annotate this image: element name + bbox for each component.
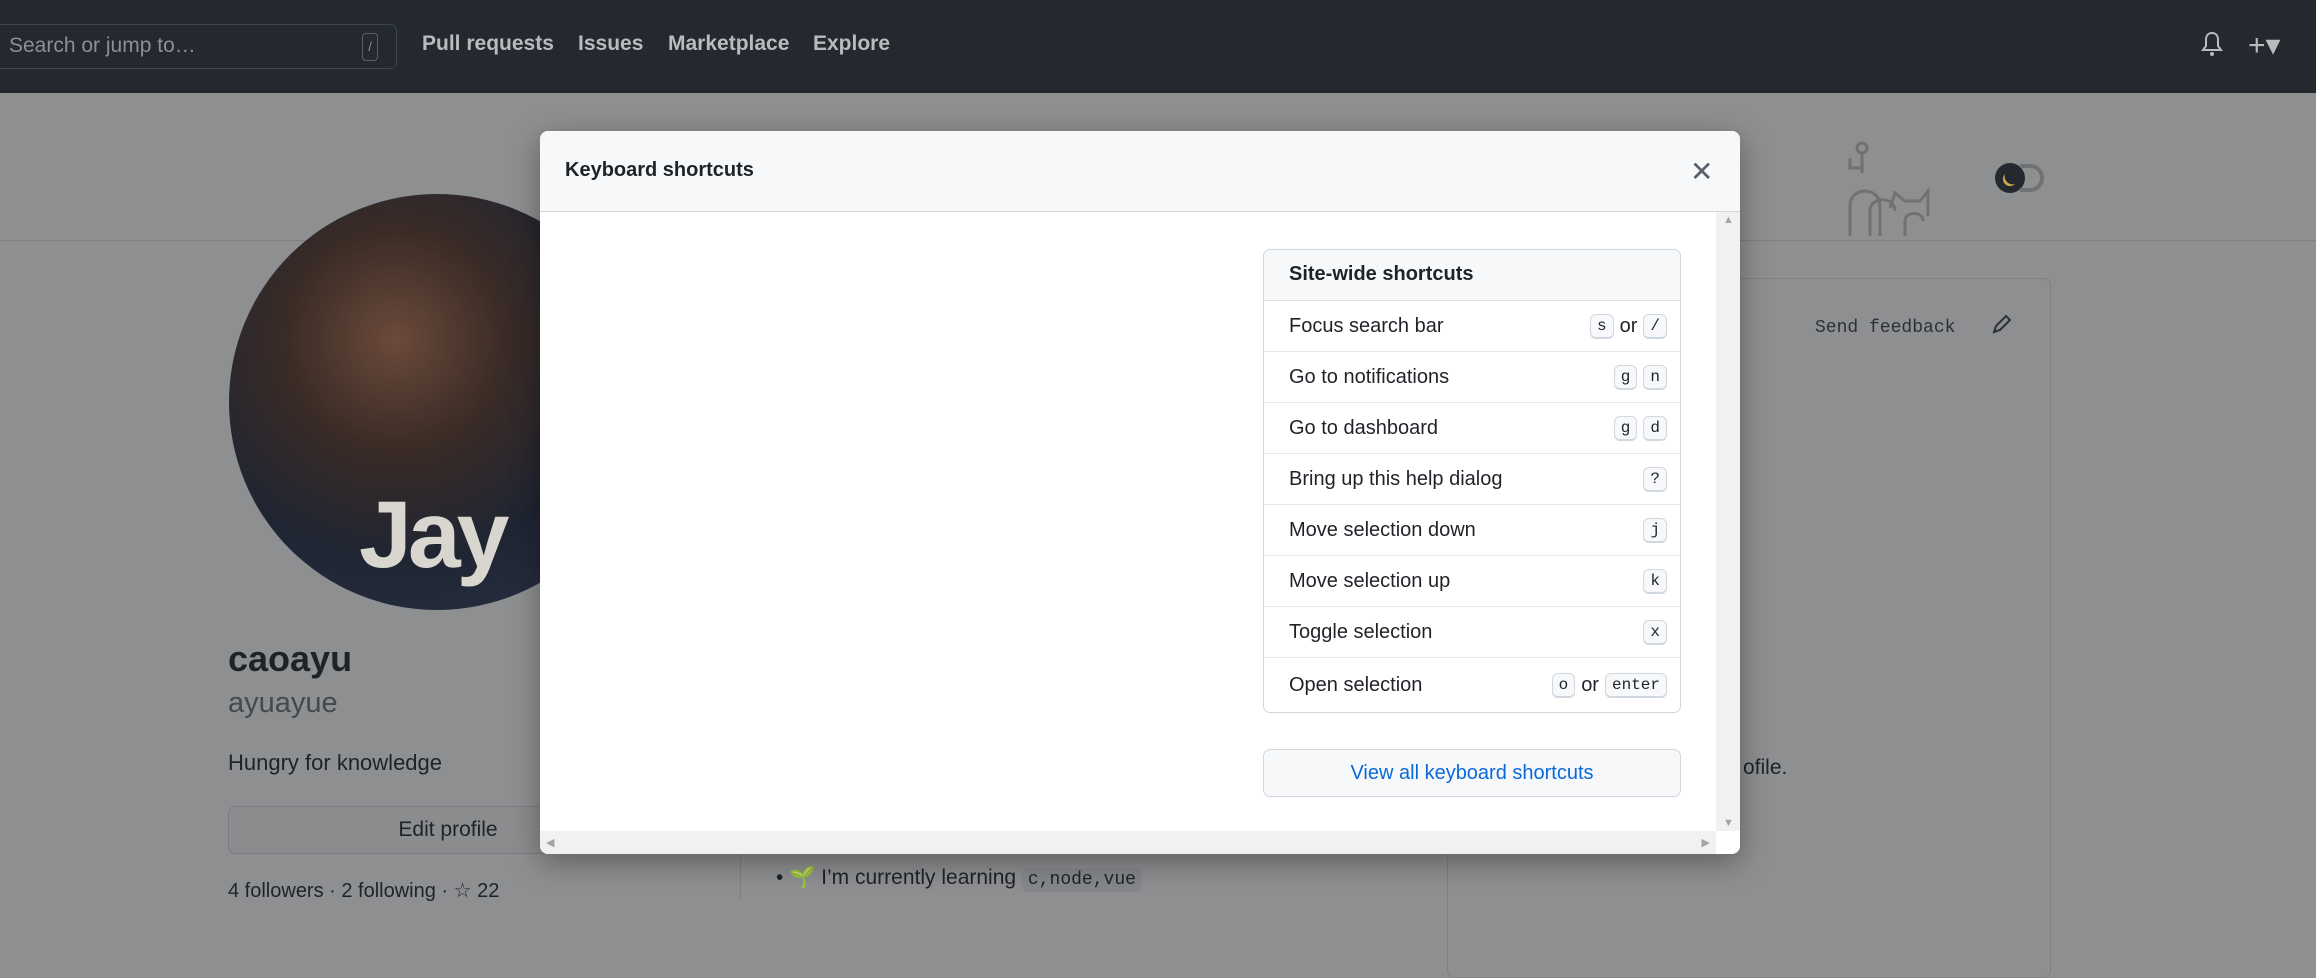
shortcut-label: Move selection down xyxy=(1289,518,1476,541)
key-cap: d xyxy=(1643,415,1667,441)
shortcut-row: Move selection up k xyxy=(1264,556,1680,607)
nav-pull-requests[interactable]: Pull requests xyxy=(422,32,554,56)
dialog-title: Keyboard shortcuts xyxy=(565,159,754,181)
shortcut-row: Go to dashboard g d xyxy=(1264,403,1680,454)
or-label: or xyxy=(1581,673,1599,696)
followers-summary[interactable]: 4 followers · 2 following · ☆ 22 xyxy=(228,878,499,903)
key-cap: s xyxy=(1589,313,1614,339)
bell-icon[interactable] xyxy=(2200,30,2224,58)
learning-code: c,node,vue xyxy=(1021,868,1142,892)
shortcut-row: Open selection o or enter xyxy=(1264,658,1680,712)
key-cap: o xyxy=(1551,672,1576,698)
nav-issues[interactable]: Issues xyxy=(578,32,643,56)
shortcut-keys: ? xyxy=(1643,466,1667,492)
shortcut-keys: o or enter xyxy=(1551,672,1667,698)
key-cap: g xyxy=(1613,415,1638,441)
nav-explore[interactable]: Explore xyxy=(813,32,890,56)
key-cap: / xyxy=(1643,313,1667,339)
section-title: Site-wide shortcuts xyxy=(1264,250,1680,301)
shortcut-keys: k xyxy=(1643,568,1667,594)
scroll-down-arrow-icon[interactable]: ▼ xyxy=(1723,817,1734,829)
search-input[interactable]: Search or jump to… / xyxy=(0,24,397,69)
key-cap: k xyxy=(1643,568,1667,594)
shortcut-row: Move selection down j xyxy=(1264,505,1680,556)
readme-partial-text: ofile. xyxy=(1743,756,1788,779)
shortcut-label: Go to dashboard xyxy=(1289,416,1438,439)
key-cap: n xyxy=(1643,364,1667,390)
scroll-up-arrow-icon[interactable]: ▲ xyxy=(1723,214,1734,226)
scroll-left-arrow-icon[interactable]: ◀ xyxy=(546,836,554,849)
avatar-logo-text: Jay xyxy=(359,482,510,588)
scroll-right-arrow-icon[interactable]: ▶ xyxy=(1702,836,1710,849)
vertical-scrollbar[interactable]: ▲ ▼ xyxy=(1716,212,1740,831)
shortcut-row: Toggle selection x xyxy=(1264,607,1680,658)
shortcut-label: Open selection xyxy=(1289,673,1423,696)
send-feedback-link[interactable]: Send feedback xyxy=(1815,318,1955,338)
key-cap: enter xyxy=(1604,672,1667,698)
shortcut-label: Go to notifications xyxy=(1289,365,1450,388)
profile-bio: Hungry for knowledge xyxy=(228,750,443,775)
list-item: • 🌱 I’m currently learning c,node,vue xyxy=(776,866,1142,892)
close-icon[interactable]: ✕ xyxy=(1690,155,1713,188)
shortcut-row: Bring up this help dialog? xyxy=(1264,454,1680,505)
shortcut-keys: gd xyxy=(1613,415,1667,441)
nav-marketplace[interactable]: Marketplace xyxy=(668,32,789,56)
site-wide-shortcuts-table: Site-wide shortcuts Focus search bar s or /… xyxy=(1263,249,1681,713)
shortcut-label: Move selection up xyxy=(1289,569,1451,592)
shortcut-keys: s or / xyxy=(1589,313,1667,339)
shortcut-keys: gn xyxy=(1613,364,1667,390)
shortcut-keys: j xyxy=(1643,517,1667,543)
search-placeholder: Search or jump to… xyxy=(9,34,196,57)
view-all-shortcuts-button[interactable]: View all keyboard shortcuts xyxy=(1263,749,1681,797)
shortcut-label: Bring up this help dialog xyxy=(1289,467,1503,490)
shortcut-keys: x xyxy=(1643,619,1667,645)
or-label: or xyxy=(1619,314,1638,337)
horizontal-scrollbar[interactable]: ◀ ▶ xyxy=(540,831,1716,854)
key-cap: ? xyxy=(1643,466,1667,492)
top-header: Search or jump to… / Pull requests Issue… xyxy=(0,0,2316,93)
search-shortcut-key: / xyxy=(362,33,378,61)
shortcut-row: Go to notifications g n xyxy=(1264,352,1680,403)
dialog-header: Keyboard shortcuts ✕ xyxy=(540,131,1740,212)
learning-text: 🌱 I’m currently learning xyxy=(789,866,1017,889)
pencil-icon[interactable] xyxy=(1990,312,2014,336)
shortcut-row: Focus search bar s or / xyxy=(1264,301,1680,352)
keyboard-shortcuts-dialog: Keyboard shortcuts ✕ Site-wide shortcuts… xyxy=(540,131,1740,854)
create-new-icon[interactable]: +▾ xyxy=(2248,28,2281,63)
key-cap: g xyxy=(1613,364,1638,390)
shortcut-label: Focus search bar xyxy=(1289,314,1444,337)
key-cap: j xyxy=(1643,517,1667,543)
profile-login: ayuayue xyxy=(228,687,338,719)
profile-name: caoayu xyxy=(228,638,353,679)
shortcut-label: Toggle selection xyxy=(1289,620,1433,643)
octocat-illustration-icon xyxy=(1848,141,2044,236)
key-cap: x xyxy=(1643,619,1667,645)
